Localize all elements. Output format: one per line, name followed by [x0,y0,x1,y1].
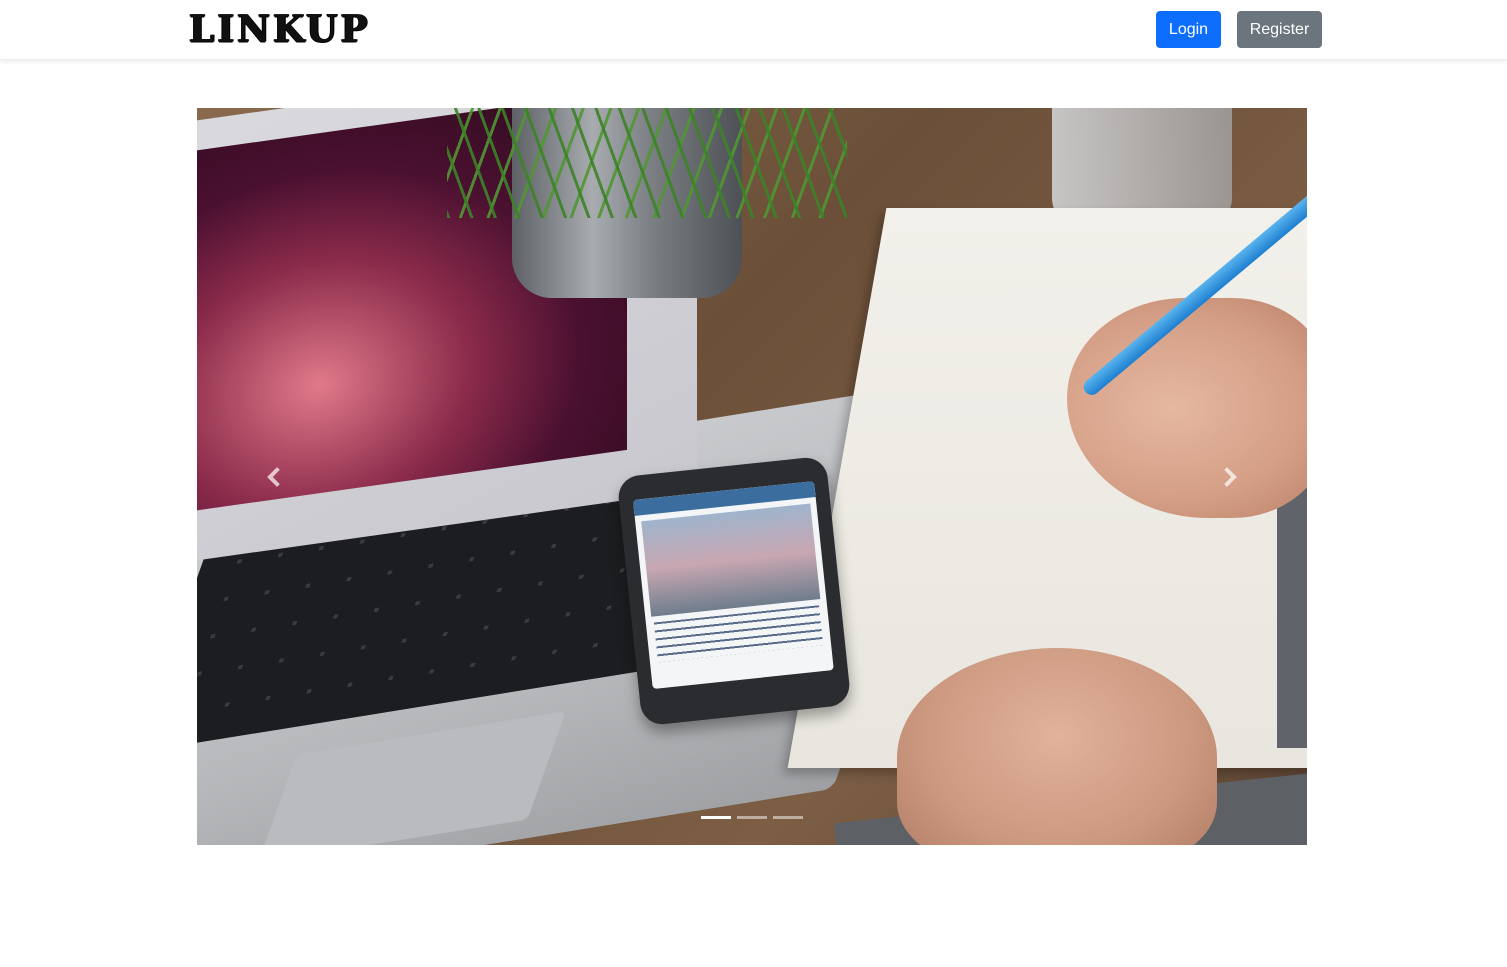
phone-photo-illustration [641,503,821,617]
carousel-indicator-1[interactable] [701,816,731,819]
carousel-indicators [197,816,1307,819]
carousel-indicator-2[interactable] [737,816,767,819]
smartphone-illustration [616,455,852,727]
hero-carousel [197,108,1307,845]
carousel-next-button[interactable] [1147,108,1307,845]
plant-leaves-illustration [447,108,847,218]
login-button[interactable]: Login [1156,11,1221,48]
top-navbar: LINKUP Login Register [0,0,1507,60]
chevron-left-icon [267,466,287,487]
register-button[interactable]: Register [1237,11,1322,48]
chevron-right-icon [1217,466,1237,487]
carousel-prev-button[interactable] [197,108,357,845]
brand-logo[interactable]: LINKUP [189,7,371,51]
carousel-indicator-3[interactable] [773,816,803,819]
phone-screen-illustration [632,481,834,690]
carousel-slide-image [197,108,1307,845]
